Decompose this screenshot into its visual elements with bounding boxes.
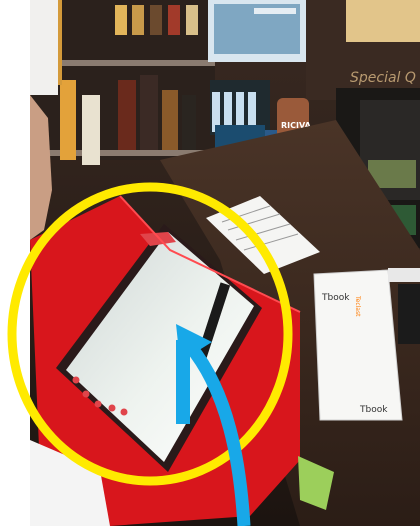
tablet-box-brand-top: Tbook [321, 293, 350, 303]
tablet-box-side-text: Teclast [354, 295, 361, 317]
phone-light [388, 268, 420, 282]
person-shirt [30, 0, 58, 95]
phone [398, 284, 420, 344]
wall-sign-text: Special Q [350, 70, 416, 86]
tablet-box: Tbook Tbook Teclast [313, 269, 403, 421]
photo-scene: Special Q RICIVA Tbook Tbook Teclast [0, 0, 420, 527]
display-card [208, 0, 306, 62]
wall-sign-panel: Special Q [306, 0, 420, 100]
tablet-box-brand-bottom: Tbook [359, 405, 388, 415]
